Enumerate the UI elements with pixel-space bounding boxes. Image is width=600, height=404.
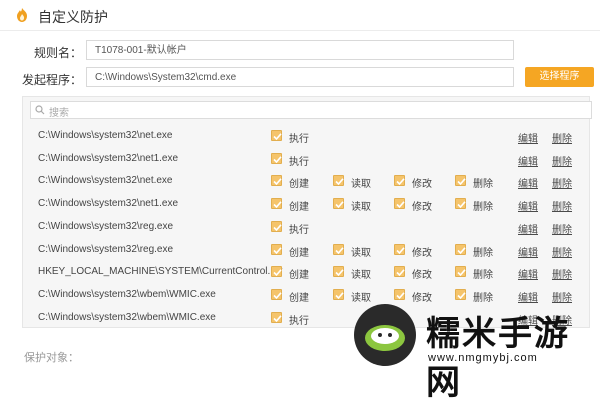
permission-checkbox[interactable] <box>394 288 405 300</box>
delete-link[interactable]: 删除 <box>552 175 572 190</box>
permission-checkbox[interactable] <box>333 243 344 255</box>
delete-link[interactable]: 删除 <box>552 266 572 281</box>
row-path: C:\Windows\system32\net1.exe <box>38 198 179 210</box>
permission-checkbox[interactable] <box>271 288 282 300</box>
permission-checkbox[interactable] <box>455 243 466 255</box>
table-row: HKEY_LOCAL_MACHINE\SYSTEM\CurrentControl… <box>22 262 590 284</box>
rule-name-input[interactable]: T1078-001-默认帐户 <box>86 40 514 60</box>
edit-link[interactable]: 编辑 <box>518 244 538 259</box>
row-path: C:\Windows\system32\wbem\WMIC.exe <box>38 311 216 323</box>
watermark: 糯米手游网 www.nmgmybj.com <box>348 300 598 403</box>
program-path-input[interactable]: C:\Windows\System32\cmd.exe <box>86 67 514 87</box>
permission-checkbox[interactable] <box>333 198 344 210</box>
edit-link[interactable]: 编辑 <box>518 175 538 190</box>
delete-link[interactable]: 删除 <box>552 221 572 236</box>
permission-checkbox[interactable] <box>455 288 466 300</box>
permission-label: 修改 <box>412 270 432 282</box>
table-row: C:\Windows\system32\reg.exe 执行 编辑 删除 <box>22 217 590 239</box>
delete-link[interactable]: 删除 <box>552 198 572 213</box>
permission-label: 读取 <box>351 202 371 214</box>
table-row: C:\Windows\system32\net.exe 执行 编辑 删除 <box>22 126 590 148</box>
edit-link[interactable]: 编辑 <box>518 198 538 213</box>
table-row: C:\Windows\system32\net1.exe 执行 编辑 删除 <box>22 149 590 171</box>
edit-link[interactable]: 编辑 <box>518 266 538 281</box>
permission-label: 读取 <box>351 270 371 282</box>
permission-label: 修改 <box>412 247 432 259</box>
permission-label: 创建 <box>289 292 309 304</box>
window-title: 自定义防护 <box>38 9 108 25</box>
permission-label: 执行 <box>289 315 309 327</box>
row-path: C:\Windows\system32\net1.exe <box>38 152 179 164</box>
permission-checkbox[interactable] <box>333 266 344 278</box>
permission-label: 读取 <box>351 247 371 259</box>
search-placeholder: 搜索 <box>49 108 69 119</box>
delete-link[interactable]: 删除 <box>552 244 572 259</box>
protected-object-label: 保护对象： <box>24 352 79 364</box>
permission-label: 删除 <box>473 270 493 282</box>
search-input[interactable]: 搜索 <box>30 101 592 119</box>
shield-flame-icon <box>17 8 27 22</box>
row-path: C:\Windows\system32\reg.exe <box>38 243 174 255</box>
row-path: C:\Windows\system32\net.exe <box>38 175 173 187</box>
rule-name-label: 规则名： <box>33 46 82 60</box>
title-bar: 自定义防护 <box>0 0 600 31</box>
permission-checkbox[interactable] <box>394 266 405 278</box>
permission-checkbox[interactable] <box>271 266 282 278</box>
permission-checkbox[interactable] <box>333 175 344 187</box>
permission-checkbox[interactable] <box>394 243 405 255</box>
permission-label: 删除 <box>473 202 493 214</box>
table-row: C:\Windows\system32\net.exe 创建 读取 修改 删除 编辑 删除 <box>22 171 590 193</box>
table-row: C:\Windows\system32\reg.exe 创建 读取 修改 删除 编辑 删除 <box>22 240 590 262</box>
permission-checkbox[interactable] <box>333 288 344 300</box>
permission-label: 创建 <box>289 179 309 191</box>
permission-label: 创建 <box>289 202 309 214</box>
permission-label: 读取 <box>351 179 371 191</box>
edit-link[interactable]: 编辑 <box>518 130 538 145</box>
search-icon <box>35 105 45 115</box>
row-path: C:\Windows\system32\reg.exe <box>38 220 174 232</box>
row-path: HKEY_LOCAL_MACHINE\SYSTEM\CurrentControl… <box>38 266 283 278</box>
permission-label: 删除 <box>473 247 493 259</box>
delete-link[interactable]: 删除 <box>552 153 572 168</box>
permission-checkbox[interactable] <box>271 152 282 164</box>
permission-label: 修改 <box>412 202 432 214</box>
watermark-logo-icon <box>354 304 416 366</box>
program-label: 发起程序： <box>21 73 82 87</box>
permission-checkbox[interactable] <box>271 198 282 210</box>
delete-link[interactable]: 删除 <box>552 130 572 145</box>
permission-checkbox[interactable] <box>271 243 282 255</box>
permission-label: 执行 <box>289 224 309 236</box>
permission-checkbox[interactable] <box>455 198 466 210</box>
permission-checkbox[interactable] <box>455 175 466 187</box>
row-path: C:\Windows\system32\wbem\WMIC.exe <box>38 288 216 300</box>
table-row: C:\Windows\system32\net1.exe 创建 读取 修改 删除 编辑 删除 <box>22 194 590 216</box>
edit-link[interactable]: 编辑 <box>518 221 538 236</box>
edit-link[interactable]: 编辑 <box>518 153 538 168</box>
permission-label: 创建 <box>289 247 309 259</box>
permission-label: 执行 <box>289 156 309 168</box>
permission-checkbox[interactable] <box>271 130 282 141</box>
permission-checkbox[interactable] <box>271 175 282 187</box>
permission-checkbox[interactable] <box>455 266 466 278</box>
permission-checkbox[interactable] <box>394 175 405 187</box>
select-program-button[interactable]: 选择程序 <box>525 67 594 87</box>
permission-label: 删除 <box>473 179 493 191</box>
permission-label: 修改 <box>412 179 432 191</box>
permission-checkbox[interactable] <box>271 220 282 232</box>
permission-checkbox[interactable] <box>271 311 282 323</box>
watermark-url: www.nmgmybj.com <box>428 352 538 364</box>
row-path: C:\Windows\system32\net.exe <box>38 130 173 141</box>
permission-label: 创建 <box>289 270 309 282</box>
permission-checkbox[interactable] <box>394 198 405 210</box>
permission-label: 执行 <box>289 134 309 145</box>
